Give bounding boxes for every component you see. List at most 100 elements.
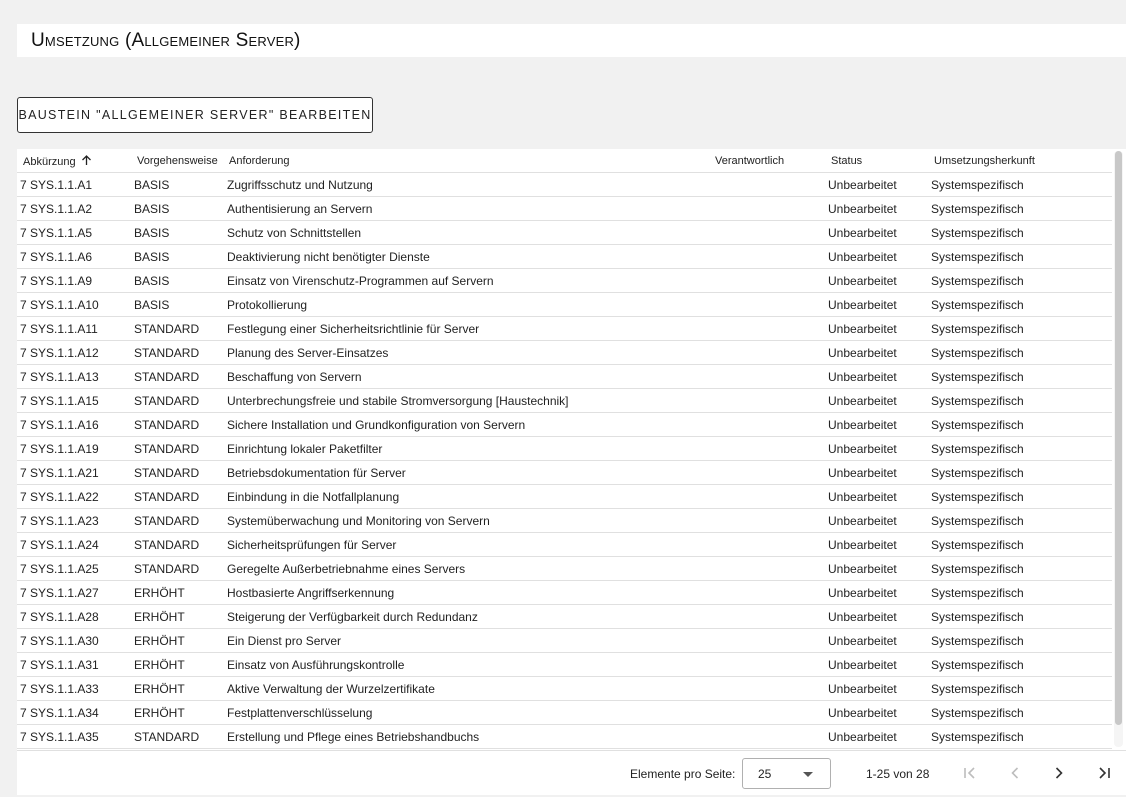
table-row[interactable]: 7 SYS.1.1.A22 STANDARD Einbindung in die N… xyxy=(17,484,1112,509)
column-header-verantwortlich[interactable]: Verantwortlich xyxy=(712,149,828,173)
requirements-table: Abkürzung Vorgehensweise Anforderung Ver… xyxy=(17,149,1112,749)
table-row[interactable]: 7 SYS.1.1.A19 STANDARD Einrichtung lokaler… xyxy=(17,436,1112,461)
table-row[interactable]: 7 SYS.1.1.A34 ERHÖHT Festplattenverschlüss… xyxy=(17,700,1112,725)
table-row[interactable]: 7 SYS.1.1.A10 BASIS Protokollierung Unbearb… xyxy=(17,292,1112,317)
table-row[interactable]: 7 SYS.1.1.A30 ERHÖHT Ein Dienst pro Server… xyxy=(17,628,1112,653)
cell-status: Unbearbeitet xyxy=(828,220,931,245)
cell-abkuerzung: 7 SYS.1.1.A21 xyxy=(17,460,134,485)
cell-verantwortlich xyxy=(712,196,828,221)
last-page-icon xyxy=(1096,765,1112,784)
cell-status: Unbearbeitet xyxy=(828,436,931,461)
cell-umsetzungsherkunft: Systemspezifisch xyxy=(931,340,1112,365)
edit-module-button[interactable]: Baustein "Allgemeiner Server" bearbeiten xyxy=(17,97,373,133)
vertical-scrollbar[interactable] xyxy=(1114,151,1123,747)
cell-anforderung: Einsatz von Virenschutz-Programmen auf S… xyxy=(225,268,712,293)
table-row[interactable]: 7 SYS.1.1.A27 ERHÖHT Hostbasierte Angriffs… xyxy=(17,580,1112,605)
cell-abkuerzung: 7 SYS.1.1.A24 xyxy=(17,532,134,557)
cell-umsetzungsherkunft: Systemspezifisch xyxy=(931,628,1112,653)
table-row[interactable]: 7 SYS.1.1.A21 STANDARD Betriebsdokumentati… xyxy=(17,460,1112,485)
cell-abkuerzung: 7 SYS.1.1.A25 xyxy=(17,556,134,581)
cell-vorgehensweise: ERHÖHT xyxy=(134,580,225,605)
table-row[interactable]: 7 SYS.1.1.A11 STANDARD Festlegung einer Si… xyxy=(17,316,1112,341)
sort-ascending-icon xyxy=(78,154,92,168)
cell-abkuerzung: 7 SYS.1.1.A5 xyxy=(17,220,134,245)
cell-verantwortlich xyxy=(712,340,828,365)
table-row[interactable]: 7 SYS.1.1.A5 BASIS Schutz von Schnittstell… xyxy=(17,220,1112,245)
cell-umsetzungsherkunft: Systemspezifisch xyxy=(931,268,1112,293)
cell-anforderung: Zugriffsschutz und Nutzung xyxy=(225,172,712,197)
cell-verantwortlich xyxy=(712,388,828,413)
column-header-vorgehensweise[interactable]: Vorgehensweise xyxy=(134,149,225,173)
cell-anforderung: Schutz von Schnittstellen xyxy=(225,220,712,245)
table-row[interactable]: 7 SYS.1.1.A24 STANDARD Sicherheitsprüfunge… xyxy=(17,532,1112,557)
cell-verantwortlich xyxy=(712,532,828,557)
table-row[interactable]: 7 SYS.1.1.A35 STANDARD Erstellung und Pfle… xyxy=(17,724,1112,749)
table-row[interactable]: 7 SYS.1.1.A15 STANDARD Unterbrechungsfreie… xyxy=(17,388,1112,413)
cell-abkuerzung: 7 SYS.1.1.A1 xyxy=(17,172,134,197)
table-row[interactable]: 7 SYS.1.1.A13 STANDARD Beschaffung von Ser… xyxy=(17,364,1112,389)
cell-status: Unbearbeitet xyxy=(828,388,931,413)
page-range-label: 1-25 von 28 xyxy=(866,767,930,781)
cell-anforderung: Hostbasierte Angriffserkennung xyxy=(225,580,712,605)
table-row[interactable]: 7 SYS.1.1.A12 STANDARD Planung des Server-… xyxy=(17,340,1112,365)
cell-umsetzungsherkunft: Systemspezifisch xyxy=(931,388,1112,413)
table-row[interactable]: 7 SYS.1.1.A23 STANDARD Systemüberwachung u… xyxy=(17,508,1112,533)
cell-status: Unbearbeitet xyxy=(828,268,931,293)
cell-vorgehensweise: STANDARD xyxy=(134,460,225,485)
cell-umsetzungsherkunft: Systemspezifisch xyxy=(931,316,1112,341)
cell-umsetzungsherkunft: Systemspezifisch xyxy=(931,580,1112,605)
cell-anforderung: Erstellung und Pflege eines Betriebshand… xyxy=(225,724,712,749)
cell-verantwortlich xyxy=(712,364,828,389)
cell-anforderung: Ein Dienst pro Server xyxy=(225,628,712,653)
cell-abkuerzung: 7 SYS.1.1.A9 xyxy=(17,268,134,293)
column-header-status[interactable]: Status xyxy=(828,149,931,173)
cell-abkuerzung: 7 SYS.1.1.A31 xyxy=(17,652,134,677)
table-row[interactable]: 7 SYS.1.1.A28 ERHÖHT Steigerung der Verfüg… xyxy=(17,604,1112,629)
cell-umsetzungsherkunft: Systemspezifisch xyxy=(931,364,1112,389)
cell-abkuerzung: 7 SYS.1.1.A19 xyxy=(17,436,134,461)
column-header-umsetzungsherkunft[interactable]: Umsetzungsherkunft xyxy=(931,149,1112,173)
cell-anforderung: Sichere Installation und Grundkonfigurat… xyxy=(225,412,712,437)
cell-umsetzungsherkunft: Systemspezifisch xyxy=(931,700,1112,725)
table-row[interactable]: 7 SYS.1.1.A2 BASIS Authentisierung an Serv… xyxy=(17,196,1112,221)
cell-anforderung: Systemüberwachung und Monitoring von Ser… xyxy=(225,508,712,533)
scrollbar-thumb[interactable] xyxy=(1115,151,1122,725)
page-size-select[interactable]: 25 xyxy=(742,758,831,789)
cell-anforderung: Festplattenverschlüsselung xyxy=(225,700,712,725)
cell-vorgehensweise: BASIS xyxy=(134,220,225,245)
last-page-button[interactable] xyxy=(1092,762,1116,786)
cell-umsetzungsherkunft: Systemspezifisch xyxy=(931,172,1112,197)
cell-vorgehensweise: BASIS xyxy=(134,292,225,317)
cell-abkuerzung: 7 SYS.1.1.A30 xyxy=(17,628,134,653)
cell-abkuerzung: 7 SYS.1.1.A13 xyxy=(17,364,134,389)
cell-anforderung: Aktive Verwaltung der Wurzelzertifikate xyxy=(225,676,712,701)
cell-abkuerzung: 7 SYS.1.1.A28 xyxy=(17,604,134,629)
cell-vorgehensweise: STANDARD xyxy=(134,316,225,341)
items-per-page-label: Elemente pro Seite: xyxy=(630,767,736,781)
cell-abkuerzung: 7 SYS.1.1.A22 xyxy=(17,484,134,509)
table-row[interactable]: 7 SYS.1.1.A16 STANDARD Sichere Installatio… xyxy=(17,412,1112,437)
table-scroll-area[interactable]: Abkürzung Vorgehensweise Anforderung Ver… xyxy=(17,149,1112,749)
table-row[interactable]: 7 SYS.1.1.A6 BASIS Deaktivierung nicht ben… xyxy=(17,244,1112,269)
first-page-button[interactable] xyxy=(958,762,982,786)
cell-umsetzungsherkunft: Systemspezifisch xyxy=(931,508,1112,533)
previous-page-button[interactable] xyxy=(1003,762,1027,786)
cell-status: Unbearbeitet xyxy=(828,580,931,605)
cell-anforderung: Betriebsdokumentation für Server xyxy=(225,460,712,485)
chevron-right-icon xyxy=(1051,765,1067,784)
table-row[interactable]: 7 SYS.1.1.A31 ERHÖHT Einsatz von Ausführun… xyxy=(17,652,1112,677)
cell-anforderung: Planung des Server-Einsatzes xyxy=(225,340,712,365)
cell-vorgehensweise: ERHÖHT xyxy=(134,604,225,629)
cell-abkuerzung: 7 SYS.1.1.A23 xyxy=(17,508,134,533)
table-row[interactable]: 7 SYS.1.1.A9 BASIS Einsatz von Virenschutz… xyxy=(17,268,1112,293)
table-row[interactable]: 7 SYS.1.1.A25 STANDARD Geregelte Außerbetr… xyxy=(17,556,1112,581)
column-header-anforderung[interactable]: Anforderung xyxy=(225,149,712,173)
table-row[interactable]: 7 SYS.1.1.A33 ERHÖHT Aktive Verwaltung der… xyxy=(17,676,1112,701)
next-page-button[interactable] xyxy=(1047,762,1071,786)
cell-abkuerzung: 7 SYS.1.1.A2 xyxy=(17,196,134,221)
cell-status: Unbearbeitet xyxy=(828,604,931,629)
column-header-abkuerzung[interactable]: Abkürzung xyxy=(17,149,134,173)
table-header-row: Abkürzung Vorgehensweise Anforderung Ver… xyxy=(17,149,1112,173)
table-row[interactable]: 7 SYS.1.1.A1 BASIS Zugriffsschutz und Nutz… xyxy=(17,172,1112,197)
cell-verantwortlich xyxy=(712,268,828,293)
